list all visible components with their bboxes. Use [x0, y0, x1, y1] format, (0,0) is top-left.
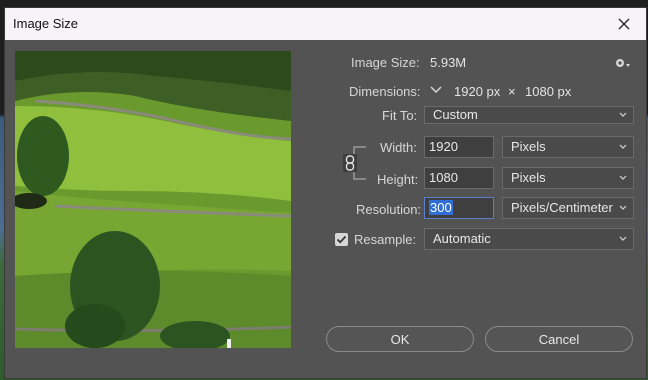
- resample-label: Resample:: [354, 232, 417, 247]
- height-unit-select[interactable]: Pixels: [502, 167, 634, 189]
- image-size-label: Image Size:: [351, 55, 420, 70]
- fit-to-label: Fit To:: [382, 108, 418, 123]
- ok-button-label: OK: [390, 331, 410, 347]
- width-unit-value: Pixels: [511, 139, 546, 154]
- fit-to-value: Custom: [433, 107, 478, 122]
- preview-image: [15, 51, 291, 348]
- resolution-input[interactable]: 300: [424, 197, 494, 219]
- height-input[interactable]: 1080: [424, 167, 494, 189]
- dimensions-times: ×: [508, 84, 516, 99]
- dimensions-label: Dimensions:: [349, 84, 421, 99]
- dimensions-width: 1920 px: [454, 84, 501, 99]
- resolution-value: 300: [429, 200, 453, 215]
- checkmark-icon: [336, 235, 347, 244]
- resample-method-value: Automatic: [433, 231, 491, 246]
- chevron-down-icon: [619, 112, 627, 117]
- resolution-unit-value: Pixels/Centimeter: [511, 200, 613, 215]
- image-preview[interactable]: [15, 51, 291, 348]
- fit-to-select[interactable]: Custom: [424, 106, 634, 124]
- close-button[interactable]: [602, 8, 646, 40]
- width-unit-select[interactable]: Pixels: [502, 136, 634, 158]
- title-bar: Image Size: [5, 8, 646, 40]
- height-value: 1080: [429, 170, 458, 185]
- resolution-label: Resolution:: [356, 202, 422, 217]
- chevron-down-icon: [430, 86, 442, 94]
- resample-method-select[interactable]: Automatic: [424, 228, 634, 250]
- chevron-down-icon: [619, 175, 627, 180]
- image-size-dialog: Image Size Image Size: 5.93M Dimensions:…: [5, 8, 646, 378]
- cancel-button-label: Cancel: [538, 331, 580, 347]
- dimensions-height: 1080 px: [525, 84, 572, 99]
- width-value: 1920: [429, 139, 458, 154]
- chevron-down-icon: [619, 236, 627, 241]
- link-icon: [345, 155, 355, 171]
- chevron-down-icon: [619, 144, 627, 149]
- dialog-title: Image Size: [13, 16, 79, 31]
- chevron-down-icon: [619, 205, 627, 210]
- settings-button[interactable]: [614, 55, 632, 71]
- resolution-unit-select[interactable]: Pixels/Centimeter: [502, 197, 634, 219]
- width-label: Width:: [380, 140, 417, 155]
- resample-checkbox[interactable]: [335, 233, 348, 246]
- image-size-value: 5.93M: [430, 55, 467, 70]
- gear-icon: [616, 59, 630, 67]
- width-input[interactable]: 1920: [424, 136, 494, 158]
- height-unit-value: Pixels: [511, 170, 546, 185]
- close-icon: [618, 18, 630, 30]
- height-label: Height:: [377, 172, 419, 187]
- ok-button[interactable]: OK: [326, 326, 474, 352]
- constrain-proportions-toggle[interactable]: [343, 154, 357, 172]
- dimensions-toggle[interactable]: [429, 83, 443, 97]
- cancel-button[interactable]: Cancel: [485, 326, 633, 352]
